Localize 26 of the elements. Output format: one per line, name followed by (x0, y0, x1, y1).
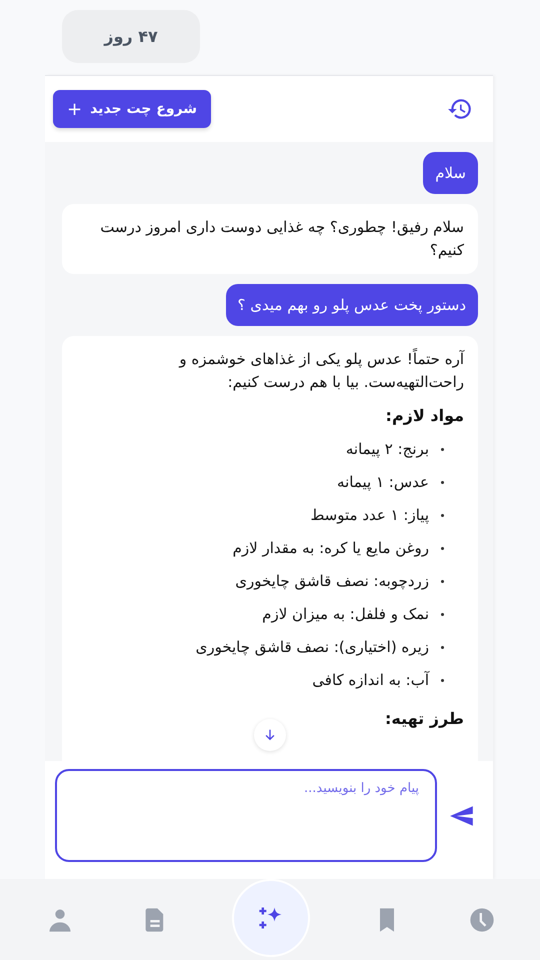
assistant-message: سلام رفیق! چطوری؟ چه غذایی دوست داری امروز درست کنیم؟ (62, 204, 478, 274)
down-arrow-icon (263, 728, 277, 742)
bullet-dot (441, 679, 444, 682)
bullet-dot (441, 448, 444, 451)
bullet-dot (441, 613, 444, 616)
user-message: دستور پخت عدس پلو رو بهم میدی ؟ (226, 284, 478, 326)
ingredient-text: زردچوبه: نصف قاشق چایخوری (235, 571, 429, 592)
ingredient-text: نمک و فلفل: به میزان لازم (262, 604, 429, 625)
ingredient-text: پیاز: ۱ عدد متوسط (310, 505, 429, 526)
section-heading: طرز تهیه: (384, 708, 464, 730)
ingredient-text: زیره (اختیاری): نصف قاشق چایخوری (196, 637, 429, 658)
bullet-dot (441, 514, 444, 517)
user-message: سلام (423, 152, 478, 194)
new-chat-button[interactable]: شروع چت جدید + (53, 90, 212, 128)
bullet-dot (441, 580, 444, 583)
message-input[interactable]: پیام خود را بنویسید... (55, 768, 437, 862)
ingredient-text: برنج: ۲ پیمانه (346, 439, 429, 460)
bullet-dot (441, 646, 444, 649)
section-heading: مواد لازم: (384, 405, 464, 427)
ingredient-text: عدس: ۱ پیمانه (337, 472, 429, 493)
bullet-dot (441, 547, 444, 550)
ingredient-text: آب: به اندازه کافی (312, 670, 429, 691)
bullet-dot (441, 481, 444, 484)
message-text: آره حتماً! عدس پلو یکی از غذاهای خوشمزه و راحت‌التهیه‌ست. بیا با هم درست کنیم: (178, 348, 464, 393)
days-badge: ۴۷ روز (62, 10, 200, 63)
ingredient-text: روغن مایع یا کره: به مقدار لازم (232, 538, 429, 559)
